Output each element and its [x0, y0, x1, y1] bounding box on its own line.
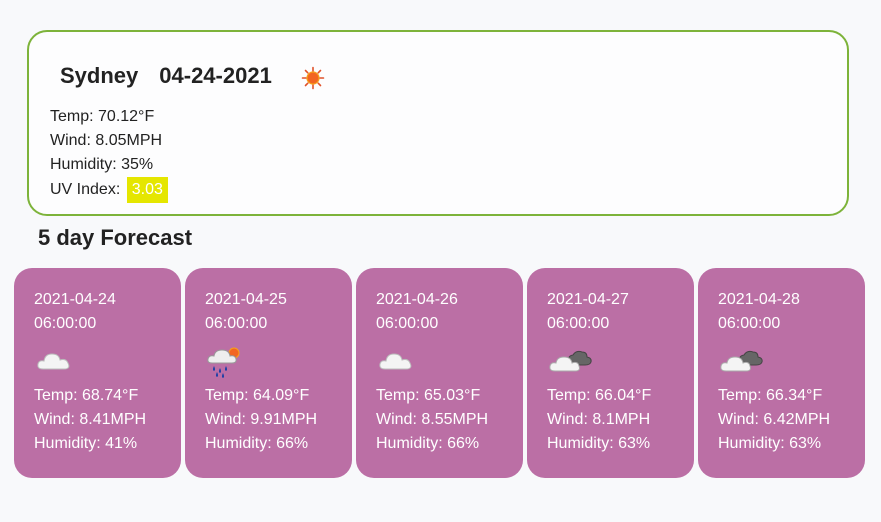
forecast-temp: Temp: 65.03°F	[376, 387, 481, 404]
forecast-time: 06:00:00	[205, 315, 268, 332]
forecast-date: 2021-04-24	[34, 291, 116, 308]
broken-clouds-icon	[547, 340, 694, 382]
current-wind: Wind: 8.05MPH	[50, 132, 163, 149]
forecast-humidity: Humidity: 41%	[34, 435, 138, 452]
forecast-wind: Wind: 9.91MPH	[205, 411, 318, 428]
forecast-humidity: Humidity: 63%	[718, 435, 822, 452]
forecast-wind: Wind: 8.1MPH	[547, 411, 651, 428]
cloud-icon	[34, 340, 181, 382]
rain-sun-icon	[205, 340, 352, 382]
forecast-card: 2021-04-26 06:00:00 Temp: 65.03°F Wind: …	[356, 268, 523, 478]
forecast-humidity: Humidity: 66%	[376, 435, 480, 452]
forecast-date: 2021-04-25	[205, 291, 287, 308]
forecast-card: 2021-04-28 06:00:00 Temp: 66.34°F Wind: …	[698, 268, 865, 478]
forecast-time: 06:00:00	[34, 315, 97, 332]
forecast-date: 2021-04-27	[547, 291, 629, 308]
forecast-humidity: Humidity: 63%	[547, 435, 651, 452]
forecast-temp: Temp: 64.09°F	[205, 387, 310, 404]
current-temp: Temp: 70.12°F	[50, 108, 155, 125]
forecast-temp: Temp: 68.74°F	[34, 387, 139, 404]
forecast-temp: Temp: 66.34°F	[718, 387, 823, 404]
current-weather-panel: Sydney 04-24-2021 Temp: 70.12°F Wind: 8.…	[27, 30, 849, 216]
sun-icon	[301, 66, 325, 90]
uv-label: UV Index:	[50, 181, 121, 198]
forecast-wind: Wind: 8.41MPH	[34, 411, 147, 428]
forecast-date: 2021-04-28	[718, 291, 800, 308]
current-details: Temp: 70.12°F Wind: 8.05MPH Humidity: 35…	[50, 105, 168, 203]
forecast-card: 2021-04-24 06:00:00 Temp: 68.74°F Wind: …	[14, 268, 181, 478]
forecast-card: 2021-04-27 06:00:00 Temp: 66.04°F Wind: …	[527, 268, 694, 478]
forecast-wind: Wind: 6.42MPH	[718, 411, 831, 428]
forecast-heading: 5 day Forecast	[38, 225, 193, 250]
city-name: Sydney	[60, 63, 139, 88]
current-date: 04-24-2021	[159, 63, 272, 88]
forecast-humidity: Humidity: 66%	[205, 435, 309, 452]
uv-index-badge: 3.03	[126, 177, 168, 203]
forecast-wind: Wind: 8.55MPH	[376, 411, 489, 428]
forecast-card: 2021-04-25 06:00:00 Temp: 64.09°F Wind: …	[185, 268, 352, 478]
forecast-date: 2021-04-26	[376, 291, 458, 308]
forecast-time: 06:00:00	[376, 315, 439, 332]
forecast-time: 06:00:00	[718, 315, 781, 332]
current-humidity: Humidity: 35%	[50, 156, 154, 173]
current-title-row: Sydney 04-24-2021	[60, 62, 325, 90]
cloud-icon	[376, 340, 523, 382]
current-uv: UV Index: 3.03	[50, 177, 168, 203]
broken-clouds-icon	[718, 340, 865, 382]
forecast-temp: Temp: 66.04°F	[547, 387, 652, 404]
forecast-time: 06:00:00	[547, 315, 610, 332]
